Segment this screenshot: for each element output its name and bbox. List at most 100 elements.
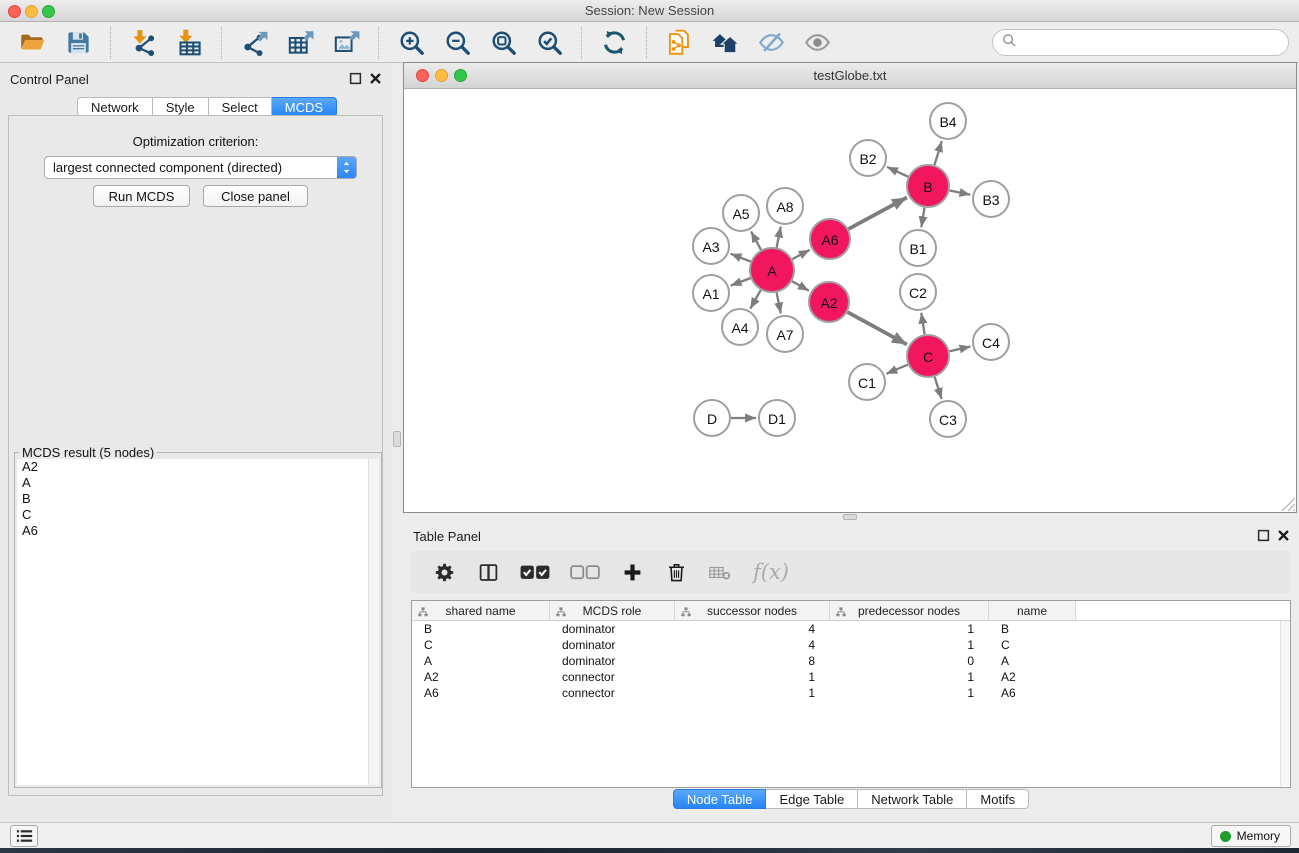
search-box[interactable] bbox=[992, 29, 1289, 56]
run-mcds-button[interactable]: Run MCDS bbox=[93, 185, 190, 207]
graph-node-D[interactable] bbox=[694, 400, 730, 436]
column-header-successor-nodes[interactable]: successor nodes bbox=[675, 601, 830, 620]
result-scrollbar[interactable] bbox=[368, 459, 379, 785]
tab-edge-table[interactable]: Edge Table bbox=[766, 789, 858, 809]
zoom-in-button[interactable] bbox=[394, 27, 428, 59]
graph-edge-A-A8[interactable] bbox=[777, 227, 781, 248]
hide-panels-button[interactable] bbox=[754, 27, 788, 59]
select-all-checks-button[interactable] bbox=[517, 557, 553, 587]
graph-node-D1[interactable] bbox=[759, 400, 795, 436]
graph-node-A5[interactable] bbox=[723, 195, 759, 231]
refresh-button[interactable] bbox=[597, 27, 631, 59]
graph-edge-C-C4[interactable] bbox=[949, 347, 970, 352]
mcds-result-list[interactable]: A2ABCA6 bbox=[17, 459, 368, 785]
graph-node-B4[interactable] bbox=[930, 103, 966, 139]
column-header-predecessor-nodes[interactable]: predecessor nodes bbox=[830, 601, 989, 620]
mcds-result-item[interactable]: C bbox=[17, 507, 368, 523]
table-row[interactable]: Adominator80A bbox=[412, 653, 1290, 669]
graph-node-A6[interactable] bbox=[810, 219, 850, 259]
graph-node-A3[interactable] bbox=[693, 228, 729, 264]
close-panel-button[interactable]: Close panel bbox=[203, 185, 308, 207]
table-scrollbar[interactable] bbox=[1280, 621, 1289, 786]
mcds-result-item[interactable]: B bbox=[17, 491, 368, 507]
table-close-panel-icon[interactable] bbox=[1275, 529, 1291, 545]
column-header-MCDS-role[interactable]: MCDS role bbox=[550, 601, 675, 620]
graph-node-B1[interactable] bbox=[900, 230, 936, 266]
table-row[interactable]: A2connector11A2 bbox=[412, 669, 1290, 685]
zoom-out-button[interactable] bbox=[440, 27, 474, 59]
add-row-button[interactable] bbox=[617, 557, 647, 587]
graph-edge-A-A7[interactable] bbox=[777, 293, 781, 314]
tab-node-table[interactable]: Node Table bbox=[673, 789, 767, 809]
table-row[interactable]: Cdominator41C bbox=[412, 637, 1290, 653]
tab-network[interactable]: Network bbox=[77, 97, 153, 117]
mcds-result-item[interactable]: A6 bbox=[17, 523, 368, 539]
graph-node-B[interactable] bbox=[907, 165, 949, 207]
import-table-button[interactable] bbox=[172, 27, 206, 59]
clone-network-button[interactable] bbox=[662, 27, 696, 59]
graph-node-A2[interactable] bbox=[809, 282, 849, 322]
graph-edge-A2-C[interactable] bbox=[847, 312, 906, 344]
delete-row-button[interactable] bbox=[661, 557, 691, 587]
mcds-result-item[interactable]: A2 bbox=[17, 459, 368, 475]
graph-edge-A-A3[interactable] bbox=[731, 254, 751, 262]
graph-edge-B-B1[interactable] bbox=[921, 208, 924, 228]
graph-edge-C-C1[interactable] bbox=[886, 365, 907, 374]
float-panel-icon[interactable] bbox=[347, 72, 363, 88]
graph-edge-A-A4[interactable] bbox=[750, 290, 760, 309]
tab-mcds[interactable]: MCDS bbox=[272, 97, 337, 117]
tab-style[interactable]: Style bbox=[153, 97, 209, 117]
column-header-name[interactable]: name bbox=[989, 601, 1076, 620]
mcds-result-item[interactable]: A bbox=[17, 475, 368, 491]
graph-edge-A6-B[interactable] bbox=[848, 197, 906, 229]
graph-edge-B-B3[interactable] bbox=[950, 190, 971, 194]
table-row[interactable]: Bdominator41B bbox=[412, 621, 1290, 637]
save-session-button[interactable] bbox=[61, 27, 95, 59]
graph-node-A[interactable] bbox=[750, 248, 794, 292]
split-view-button[interactable] bbox=[473, 557, 503, 587]
graph-node-A7[interactable] bbox=[767, 316, 803, 352]
horizontal-splitter-handle[interactable] bbox=[843, 514, 857, 520]
optimization-criterion-dropdown[interactable]: largest connected component (directed) bbox=[44, 156, 357, 179]
graph-node-C[interactable] bbox=[907, 335, 949, 377]
graph-edge-C-C2[interactable] bbox=[921, 313, 924, 335]
graph-node-C2[interactable] bbox=[900, 274, 936, 310]
clear-checks-button[interactable] bbox=[567, 557, 603, 587]
home-button[interactable] bbox=[708, 27, 742, 59]
tab-motifs[interactable]: Motifs bbox=[967, 789, 1029, 809]
vertical-splitter-handle[interactable] bbox=[393, 431, 401, 447]
graph-node-A1[interactable] bbox=[693, 275, 729, 311]
column-header-shared-name[interactable]: shared name bbox=[412, 601, 550, 620]
column-settings-button[interactable] bbox=[429, 557, 459, 587]
zoom-selected-button[interactable] bbox=[532, 27, 566, 59]
zoom-fit-button[interactable] bbox=[486, 27, 520, 59]
open-session-button[interactable] bbox=[15, 27, 49, 59]
export-table-button[interactable] bbox=[283, 27, 317, 59]
graph-node-B2[interactable] bbox=[850, 140, 886, 176]
graph-edge-B-B2[interactable] bbox=[887, 167, 908, 177]
show-panels-button[interactable] bbox=[800, 27, 834, 59]
graph-edge-A-A1[interactable] bbox=[731, 278, 751, 285]
memory-button[interactable]: Memory bbox=[1211, 825, 1291, 847]
network-canvas[interactable]: B4B2BB3A8A5A6A3B1AC2A1A2A4A7C4CC1C3DD1 bbox=[404, 89, 1296, 512]
export-image-button[interactable] bbox=[329, 27, 363, 59]
table-float-panel-icon[interactable] bbox=[1255, 529, 1271, 545]
graph-edge-C-C3[interactable] bbox=[935, 377, 942, 399]
graph-edge-B-B4[interactable] bbox=[934, 141, 941, 165]
import-network-button[interactable] bbox=[126, 27, 160, 59]
close-panel-icon[interactable] bbox=[367, 72, 383, 88]
graph-node-C3[interactable] bbox=[930, 401, 966, 437]
graph-edge-A-A5[interactable] bbox=[751, 231, 761, 249]
search-input[interactable] bbox=[1017, 33, 1288, 53]
graph-node-A8[interactable] bbox=[767, 188, 803, 224]
graph-node-C4[interactable] bbox=[973, 324, 1009, 360]
export-network-button[interactable] bbox=[237, 27, 271, 59]
task-history-button[interactable] bbox=[10, 825, 38, 847]
graph-node-C1[interactable] bbox=[849, 364, 885, 400]
graph-node-B3[interactable] bbox=[973, 181, 1009, 217]
graph-node-A4[interactable] bbox=[722, 309, 758, 345]
window-resize-grip[interactable] bbox=[1281, 497, 1295, 511]
tab-select[interactable]: Select bbox=[209, 97, 272, 117]
table-row[interactable]: A6connector11A6 bbox=[412, 685, 1290, 701]
graph-edge-A-A2[interactable] bbox=[792, 281, 809, 290]
